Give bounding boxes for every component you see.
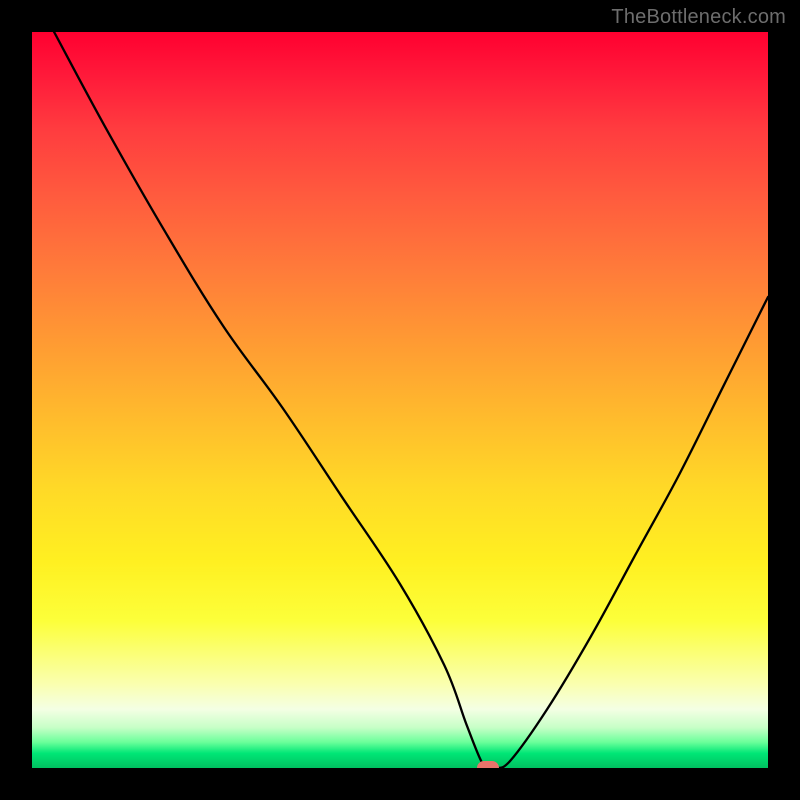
watermark-text: TheBottleneck.com bbox=[611, 6, 786, 29]
background-gradient bbox=[32, 32, 768, 768]
plot-area bbox=[32, 32, 768, 768]
optimal-point-marker bbox=[477, 761, 499, 768]
chart-frame: TheBottleneck.com bbox=[0, 0, 800, 800]
